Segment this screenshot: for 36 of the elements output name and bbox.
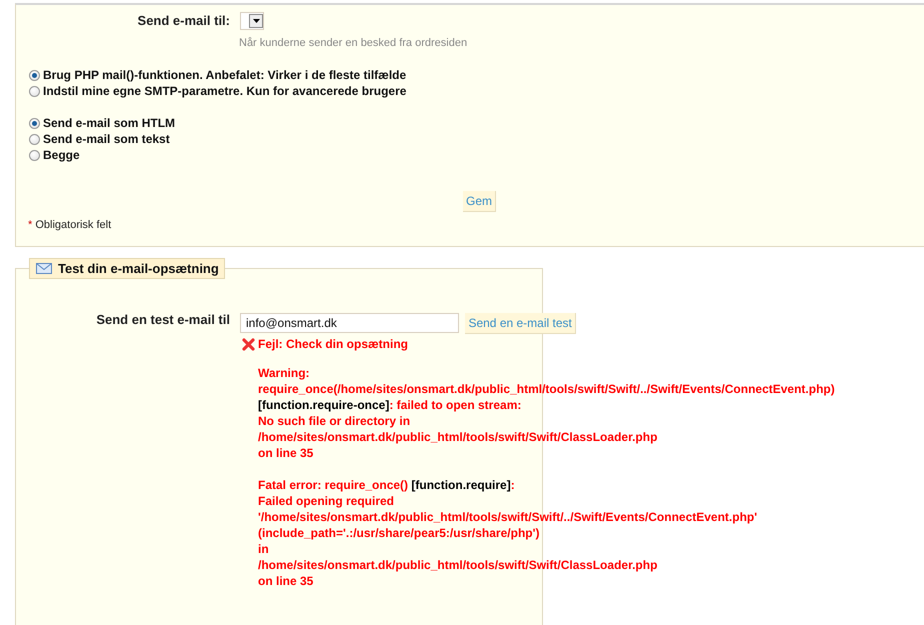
radio-button[interactable]	[29, 118, 40, 128]
required-note: * Obligatorisk felt	[28, 219, 112, 231]
function-link[interactable]: [function.require-once]	[258, 398, 390, 412]
option-label: Send e-mail som tekst	[43, 132, 170, 146]
radio-button[interactable]	[29, 70, 40, 80]
envelope-icon	[36, 263, 52, 274]
email-field[interactable]: info@onsmart.dk	[240, 313, 459, 333]
legend-title: Test din e-mail-opsætning	[58, 261, 219, 276]
error-line: '/home/sites/onsmart.dk/public_html/tools/swift/Swift/../Swift/Events/ConnectEvent.php'	[258, 509, 758, 525]
recipient-dropdown[interactable]	[240, 12, 264, 30]
error-line: Warning:	[258, 365, 311, 381]
field-hint: Når kunderne sender en besked fra ordresiden	[239, 37, 468, 49]
option-label: Send e-mail som HTLM	[43, 116, 176, 130]
radio-button[interactable]	[29, 150, 40, 160]
field-label: Send e-mail til:	[136, 12, 230, 28]
error-line: No such file or directory in	[258, 413, 412, 429]
option-label: Indstil mine egne SMTP-parametre. Kun for avancerede brugere	[43, 84, 406, 98]
error-line: Fatal error: require_once() [function.require]:	[258, 477, 516, 493]
error-line: [function.require-once]: failed to open stream:	[258, 397, 522, 413]
error-line: on line 35	[258, 445, 314, 461]
error-line: on line 35	[258, 573, 314, 589]
error-line: Failed opening required	[258, 493, 396, 509]
option-label: Brug PHP mail()-funktionen. Anbefalet: Virker i de fleste tilfælde	[43, 68, 406, 82]
field-label: Send en test e-mail til	[95, 311, 230, 327]
error-icon	[242, 338, 255, 350]
error-line: require_once(/home/sites/onsmart.dk/public_html/tools/swift/Swift/../Swift/Events/ConnectEvent.php)	[258, 381, 835, 397]
function-link[interactable]: [function.require]	[411, 478, 511, 492]
error-line: /home/sites/onsmart.dk/public_html/tools/swift/Swift/ClassLoader.php	[258, 557, 658, 573]
caret-icon	[252, 19, 260, 23]
radio-button[interactable]	[29, 134, 40, 144]
error-message: Fejl: Check din opsætning	[258, 337, 408, 351]
option-label: Begge	[43, 148, 80, 162]
error-line: /home/sites/onsmart.dk/public_html/tools/swift/Swift/ClassLoader.php	[258, 429, 658, 445]
error-line: in	[258, 541, 270, 557]
radio-button[interactable]	[29, 86, 40, 96]
error-line: (include_path='.:/usr/share/pear5:/usr/share/php')	[258, 525, 540, 541]
